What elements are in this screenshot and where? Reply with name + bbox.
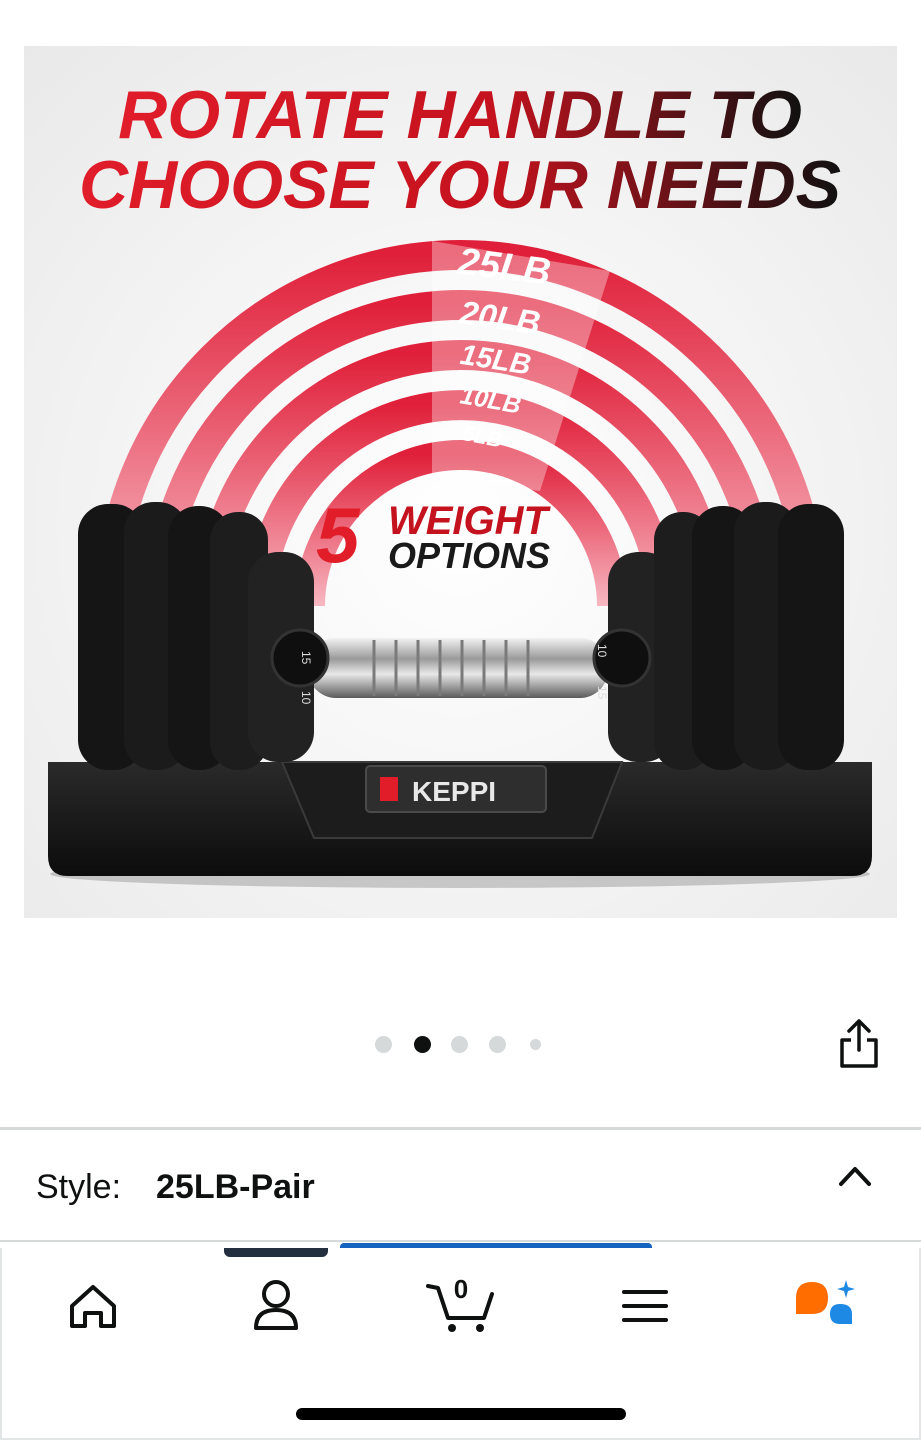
left-weight-plates: 15 10 xyxy=(78,502,330,770)
svg-text:OPTIONS: OPTIONS xyxy=(388,535,550,576)
person-icon xyxy=(254,1280,298,1330)
nav-menu[interactable] xyxy=(599,1270,689,1340)
style-value: 25LB-Pair xyxy=(156,1168,315,1206)
hamburger-menu-icon xyxy=(622,1290,668,1322)
share-icon xyxy=(840,1019,878,1068)
svg-text:10: 10 xyxy=(595,644,609,658)
home-indicator xyxy=(296,1408,626,1420)
nav-cart[interactable]: 0 xyxy=(418,1270,508,1340)
brand-logo: KEPPI xyxy=(412,776,496,807)
right-weight-plates: 10 15 xyxy=(592,502,844,770)
carousel-dot-1[interactable] xyxy=(375,1036,392,1053)
headline-line-2: CHOOSE YOUR NEEDS xyxy=(79,147,841,223)
dumbbell-handle xyxy=(308,638,608,698)
svg-text:15: 15 xyxy=(299,651,313,665)
chevron-up-icon[interactable] xyxy=(836,1160,874,1192)
dumbbell-tray: KEPPI xyxy=(48,761,872,888)
nav-assistant[interactable] xyxy=(782,1270,872,1340)
carousel-dot-4[interactable] xyxy=(489,1036,506,1053)
product-illustration: 25LB 20LB 15LB 10LB 5LB ROTATE HANDLE TO… xyxy=(48,77,872,888)
nav-home[interactable] xyxy=(48,1270,138,1340)
headline-line-1: ROTATE HANDLE TO xyxy=(118,77,802,153)
svg-text:10: 10 xyxy=(299,691,313,705)
weight-options-badge: 5 WEIGHT OPTIONS xyxy=(316,491,552,579)
home-icon xyxy=(70,1285,116,1328)
carousel-dot-3[interactable] xyxy=(451,1036,468,1053)
svg-text:5: 5 xyxy=(316,491,361,579)
share-button[interactable] xyxy=(836,1018,882,1070)
carousel-dots xyxy=(0,1034,921,1054)
carousel-dot-5[interactable] xyxy=(530,1039,541,1050)
ai-assistant-icon xyxy=(796,1280,855,1324)
style-label: Style: xyxy=(36,1168,122,1206)
nav-top-tab-indicator xyxy=(224,1248,328,1257)
svg-text:15: 15 xyxy=(595,686,609,700)
style-selector[interactable]: Style: 25LB-Pair xyxy=(0,1130,921,1242)
cart-count-badge: 0 xyxy=(453,1274,469,1304)
nav-account[interactable] xyxy=(231,1270,321,1340)
carousel-dot-2[interactable] xyxy=(414,1036,431,1053)
product-image[interactable]: 25LB 20LB 15LB 10LB 5LB ROTATE HANDLE TO… xyxy=(24,46,897,918)
